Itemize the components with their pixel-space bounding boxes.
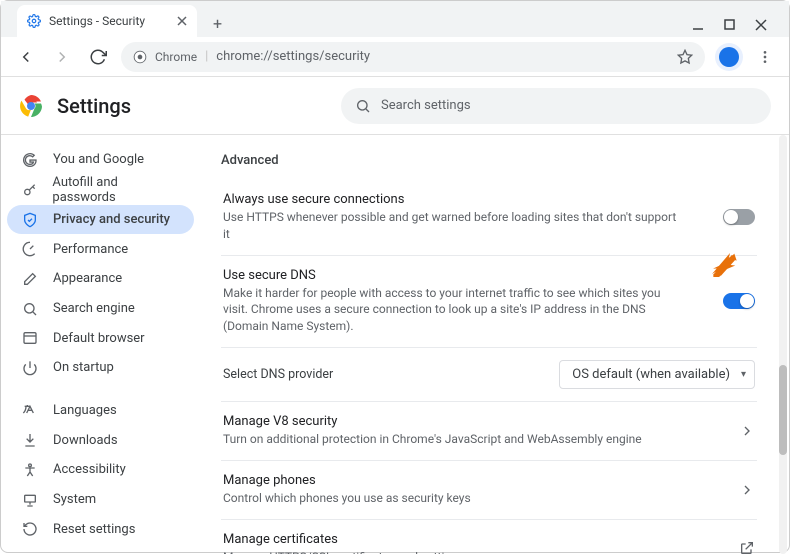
row-title: Manage certificates — [223, 532, 464, 547]
row-manage-phones[interactable]: Manage phones Control which phones you u… — [221, 461, 757, 520]
reload-button[interactable] — [85, 44, 111, 70]
browser-tab[interactable]: Settings - Security — [17, 5, 197, 37]
search-icon — [355, 98, 371, 114]
sidebar-item-default-browser[interactable]: Default browser — [7, 323, 194, 353]
key-icon — [21, 182, 38, 198]
reset-icon — [21, 521, 39, 537]
new-tab-button[interactable]: + — [205, 10, 230, 37]
row-description: Use HTTPS whenever possible and get warn… — [223, 209, 683, 243]
section-heading-advanced: Advanced — [221, 153, 757, 168]
search-settings-input[interactable]: Search settings — [341, 88, 771, 124]
bookmark-star-icon[interactable] — [677, 49, 693, 65]
page-title: Settings — [57, 94, 131, 118]
sidebar-item-on-startup[interactable]: On startup — [7, 353, 194, 383]
row-always-secure-connections: Always use secure connections Use HTTPS … — [221, 180, 757, 256]
chrome-logo-icon — [133, 50, 147, 64]
sidebar-item-label: You and Google — [53, 152, 144, 167]
dns-provider-select[interactable]: OS default (when available) — [559, 360, 755, 389]
sidebar-item-label: Privacy and security — [53, 212, 170, 227]
row-label: Select DNS provider — [223, 367, 333, 382]
settings-header: Settings Search settings — [1, 77, 789, 135]
sidebar-item-privacy-security[interactable]: Privacy and security — [7, 205, 194, 235]
row-description: Turn on additional protection in Chrome'… — [223, 431, 642, 448]
sidebar-item-system[interactable]: System — [7, 485, 194, 515]
row-title: Manage phones — [223, 473, 471, 488]
settings-gear-icon — [27, 14, 41, 28]
sidebar-item-label: Autofill and passwords — [52, 175, 180, 205]
download-icon — [21, 432, 39, 448]
search-icon — [21, 301, 39, 317]
row-description: Control which phones you use as security… — [223, 490, 471, 507]
sidebar-item-label: System — [53, 492, 96, 507]
sidebar-item-label: Appearance — [53, 271, 122, 286]
omnibox-url: chrome://settings/security — [216, 49, 370, 64]
shield-icon — [21, 212, 39, 228]
accessibility-icon — [21, 462, 39, 478]
sidebar-item-languages[interactable]: Languages — [7, 396, 194, 426]
row-description: Manage HTTPS/SSL certificates and settin… — [223, 549, 464, 554]
sidebar-item-label: Performance — [53, 242, 128, 257]
browser-toolbar: Chrome | chrome://settings/security — [1, 37, 789, 77]
forward-button[interactable] — [49, 44, 75, 70]
sidebar-item-label: Languages — [53, 403, 117, 418]
content-scrollbar[interactable] — [777, 135, 789, 554]
sidebar-item-label: Reset settings — [53, 522, 135, 537]
sidebar-item-accessibility[interactable]: Accessibility — [7, 455, 194, 485]
sidebar-item-label: Default browser — [53, 331, 145, 346]
row-select-dns-provider: Select DNS provider OS default (when ava… — [221, 348, 757, 402]
sidebar-item-autofill[interactable]: Autofill and passwords — [7, 175, 194, 205]
sidebar-item-label: Accessibility — [53, 462, 126, 477]
search-placeholder: Search settings — [381, 98, 471, 113]
settings-sidebar: You and Google Autofill and passwords Pr… — [1, 135, 201, 554]
row-manage-certificates[interactable]: Manage certificates Manage HTTPS/SSL cer… — [221, 520, 757, 554]
google-g-icon — [21, 152, 39, 168]
omnibox-label: Chrome — [155, 50, 197, 64]
back-button[interactable] — [13, 44, 39, 70]
row-manage-v8-security[interactable]: Manage V8 security Turn on additional pr… — [221, 402, 757, 461]
settings-content: Advanced Always use secure connections U… — [201, 135, 777, 554]
sidebar-item-search-engine[interactable]: Search engine — [7, 294, 194, 324]
sidebar-item-downloads[interactable]: Downloads — [7, 425, 194, 455]
callout-arrow-icon — [709, 247, 739, 277]
row-description: Make it harder for people with access to… — [223, 285, 683, 335]
toggle-use-secure-dns[interactable] — [723, 293, 755, 309]
palette-icon — [21, 271, 39, 287]
power-icon — [21, 360, 39, 376]
select-value: OS default (when available) — [572, 367, 730, 382]
maximize-button[interactable] — [724, 19, 735, 31]
toggle-always-secure-connections[interactable] — [723, 209, 755, 225]
sidebar-item-appearance[interactable]: Appearance — [7, 264, 194, 294]
browser-icon — [21, 330, 39, 346]
language-icon — [21, 403, 39, 419]
row-title: Manage V8 security — [223, 414, 642, 429]
title-bar: Settings - Security + — [1, 1, 789, 37]
speedometer-icon — [21, 241, 39, 257]
sidebar-item-reset-settings[interactable]: Reset settings — [7, 514, 194, 544]
chevron-right-icon — [739, 423, 755, 439]
sidebar-item-label: Search engine — [53, 301, 135, 316]
close-window-button[interactable] — [755, 19, 767, 31]
chrome-logo-icon — [19, 94, 43, 118]
sidebar-item-label: Downloads — [53, 433, 118, 448]
row-title: Always use secure connections — [223, 192, 683, 207]
chevron-right-icon — [739, 482, 755, 498]
profile-avatar[interactable] — [715, 43, 743, 71]
row-title: Use secure DNS — [223, 268, 683, 283]
minimize-button[interactable] — [692, 19, 704, 31]
sidebar-item-performance[interactable]: Performance — [7, 234, 194, 264]
external-link-icon — [739, 540, 755, 554]
menu-dots-icon[interactable] — [753, 45, 777, 69]
sidebar-item-you-and-google[interactable]: You and Google — [7, 145, 194, 175]
close-tab-icon[interactable] — [177, 16, 187, 26]
system-icon — [21, 492, 39, 508]
tab-title: Settings - Security — [49, 14, 145, 28]
row-use-secure-dns: Use secure DNS Make it harder for people… — [221, 256, 757, 348]
address-bar[interactable]: Chrome | chrome://settings/security — [121, 42, 705, 72]
sidebar-item-label: On startup — [53, 360, 114, 375]
